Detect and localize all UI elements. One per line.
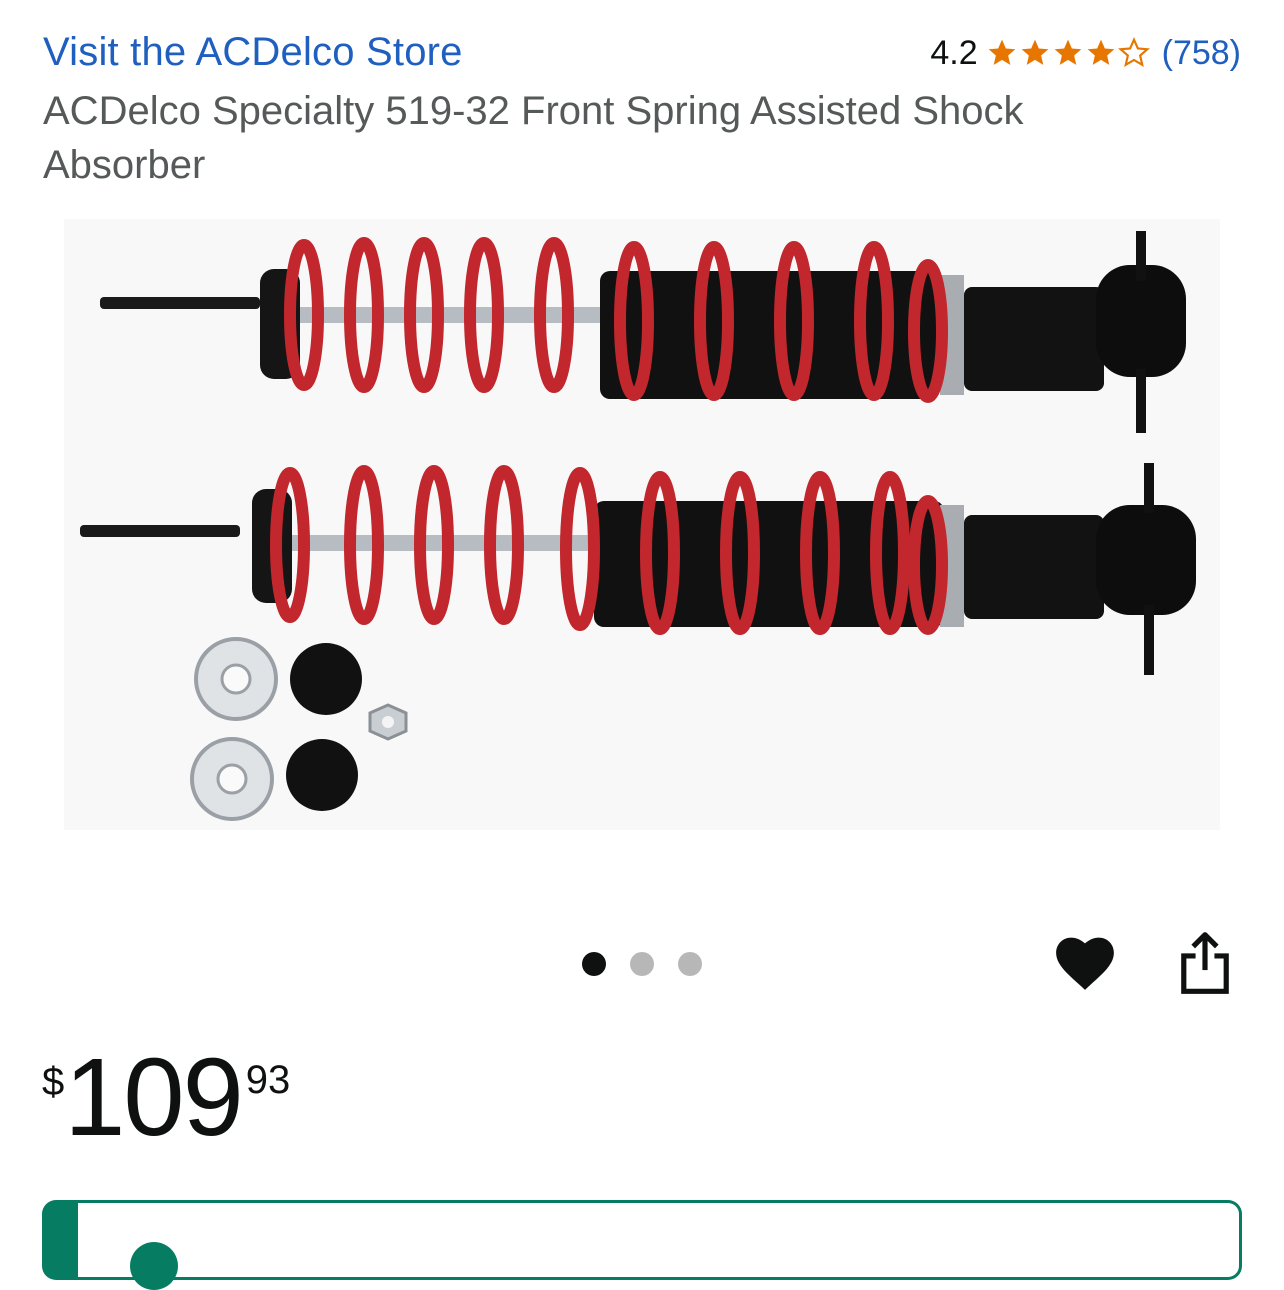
star-empty-icon — [1117, 37, 1150, 68]
star-full-icon — [1054, 39, 1081, 65]
star-full-icon — [1087, 39, 1114, 65]
star-rating — [986, 37, 1150, 69]
product-image[interactable] — [64, 219, 1220, 830]
offer-badge-icon — [130, 1242, 178, 1290]
wishlist-button[interactable] — [1052, 930, 1118, 992]
visit-store-link[interactable]: Visit the ACDelco Store — [43, 30, 463, 75]
product-title: ACDelco Specialty 519-32 Front Spring As… — [43, 89, 1024, 187]
star-full-icon — [1021, 39, 1048, 65]
price-symbol: $ — [42, 1060, 65, 1104]
share-button[interactable] — [1176, 930, 1234, 996]
share-icon — [1181, 932, 1229, 994]
pagination-dot[interactable] — [630, 952, 654, 976]
price-fraction: 93 — [245, 1058, 291, 1102]
rating-value: 4.2 — [930, 33, 978, 72]
heart-icon — [1056, 937, 1114, 990]
shock-absorber-illustration — [64, 219, 1220, 830]
pagination-dot[interactable] — [678, 952, 702, 976]
price-whole: 109 — [64, 1036, 244, 1159]
rating-count-link[interactable]: (758) — [1162, 34, 1241, 73]
offer-box[interactable] — [42, 1200, 1242, 1280]
image-pagination — [582, 952, 702, 976]
price: $ 109 93 — [42, 1036, 291, 1159]
star-full-icon — [988, 39, 1015, 65]
pagination-dot-active[interactable] — [582, 952, 606, 976]
rating-summary[interactable]: 4.2 (758) — [930, 30, 1241, 76]
